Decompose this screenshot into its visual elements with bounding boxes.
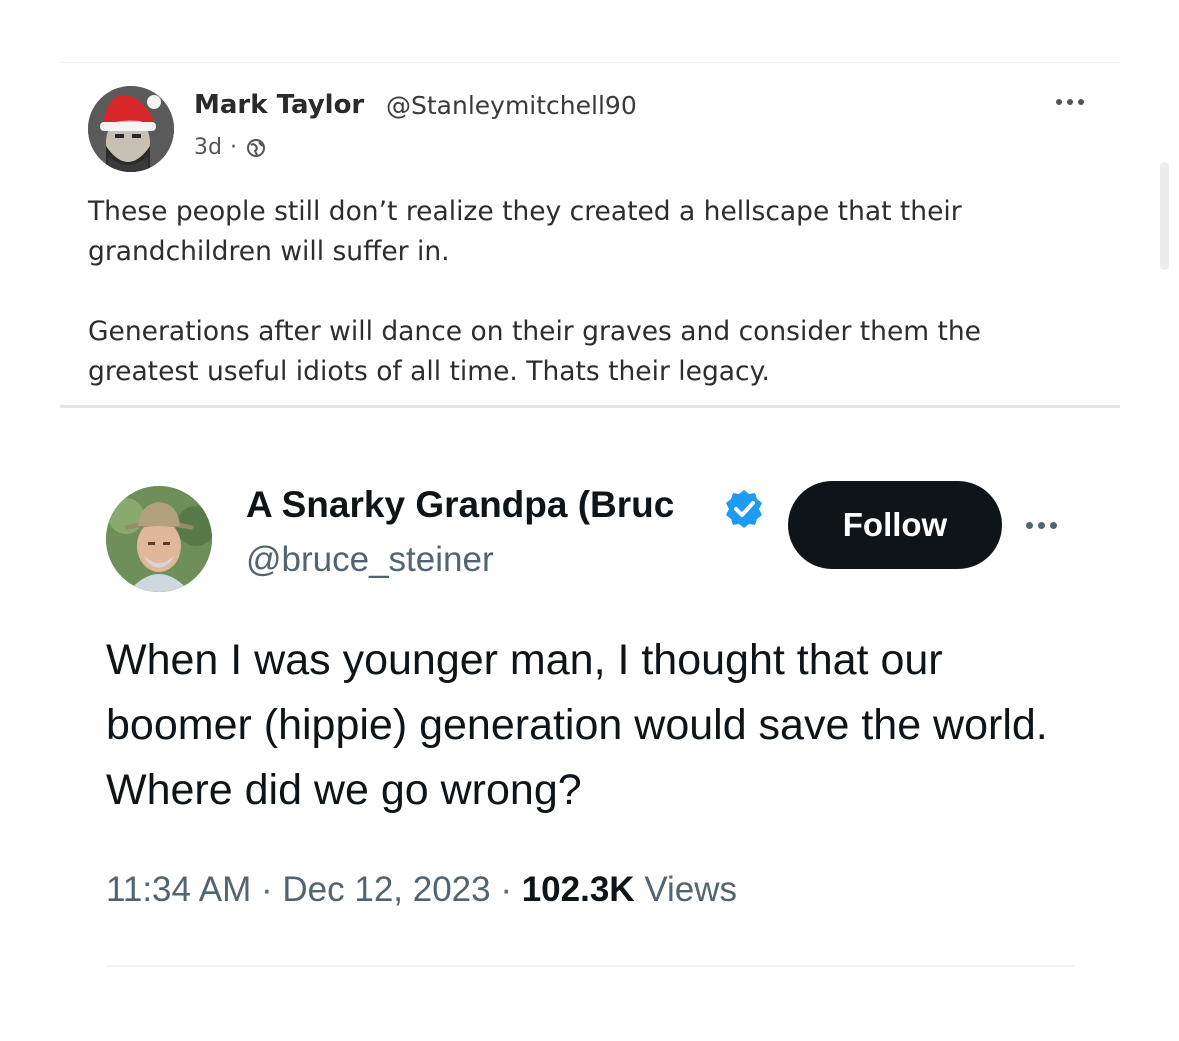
post-author-avatar[interactable] [88, 86, 174, 172]
tweet-date[interactable]: Dec 12, 2023 [282, 870, 490, 909]
scrollbar-thumb[interactable] [1160, 162, 1169, 270]
tweet-views-count: 102.3K [521, 870, 635, 909]
tweet-author-handle[interactable]: @bruce_steiner [246, 540, 494, 580]
tweet-meta: 11:34 AM · Dec 12, 2023 · 102.3K Views [106, 870, 737, 910]
tweet-text: When I was younger man, I thought that o… [106, 636, 1048, 814]
post-divider [60, 405, 1120, 408]
tweet-time[interactable]: 11:34 AM [106, 870, 251, 909]
post-top-border [60, 62, 1120, 63]
post-author-handle[interactable]: @Stanleymitchell90 [386, 91, 637, 120]
post-paragraph-2: Generations after will dance on their gr… [88, 316, 981, 387]
tweet-more-icon[interactable] [1026, 519, 1072, 531]
verified-badge-icon [722, 487, 766, 531]
follow-button[interactable]: Follow [788, 481, 1002, 569]
globe-icon [245, 137, 267, 159]
tweet-meta-separator: · [251, 870, 283, 909]
post-paragraph-1: These people still don’t realize they cr… [88, 196, 962, 267]
tweet-author-avatar[interactable] [106, 486, 212, 592]
tweet-author-name[interactable]: A Snarky Grandpa (Bruc [246, 484, 716, 526]
tweet-views-label: Views [634, 870, 738, 909]
tweet-bottom-divider [106, 965, 1074, 967]
post-time[interactable]: 3d [194, 135, 222, 160]
post-author-name[interactable]: Mark Taylor [194, 90, 364, 120]
post-more-icon[interactable] [1056, 92, 1096, 112]
post-meta: 3d · [194, 135, 267, 160]
post-meta-separator: · [229, 135, 237, 160]
tweet-meta-separator: · [490, 870, 522, 909]
post-card: Mark Taylor @Stanleymitchell90 3d · Thes… [60, 62, 1120, 408]
